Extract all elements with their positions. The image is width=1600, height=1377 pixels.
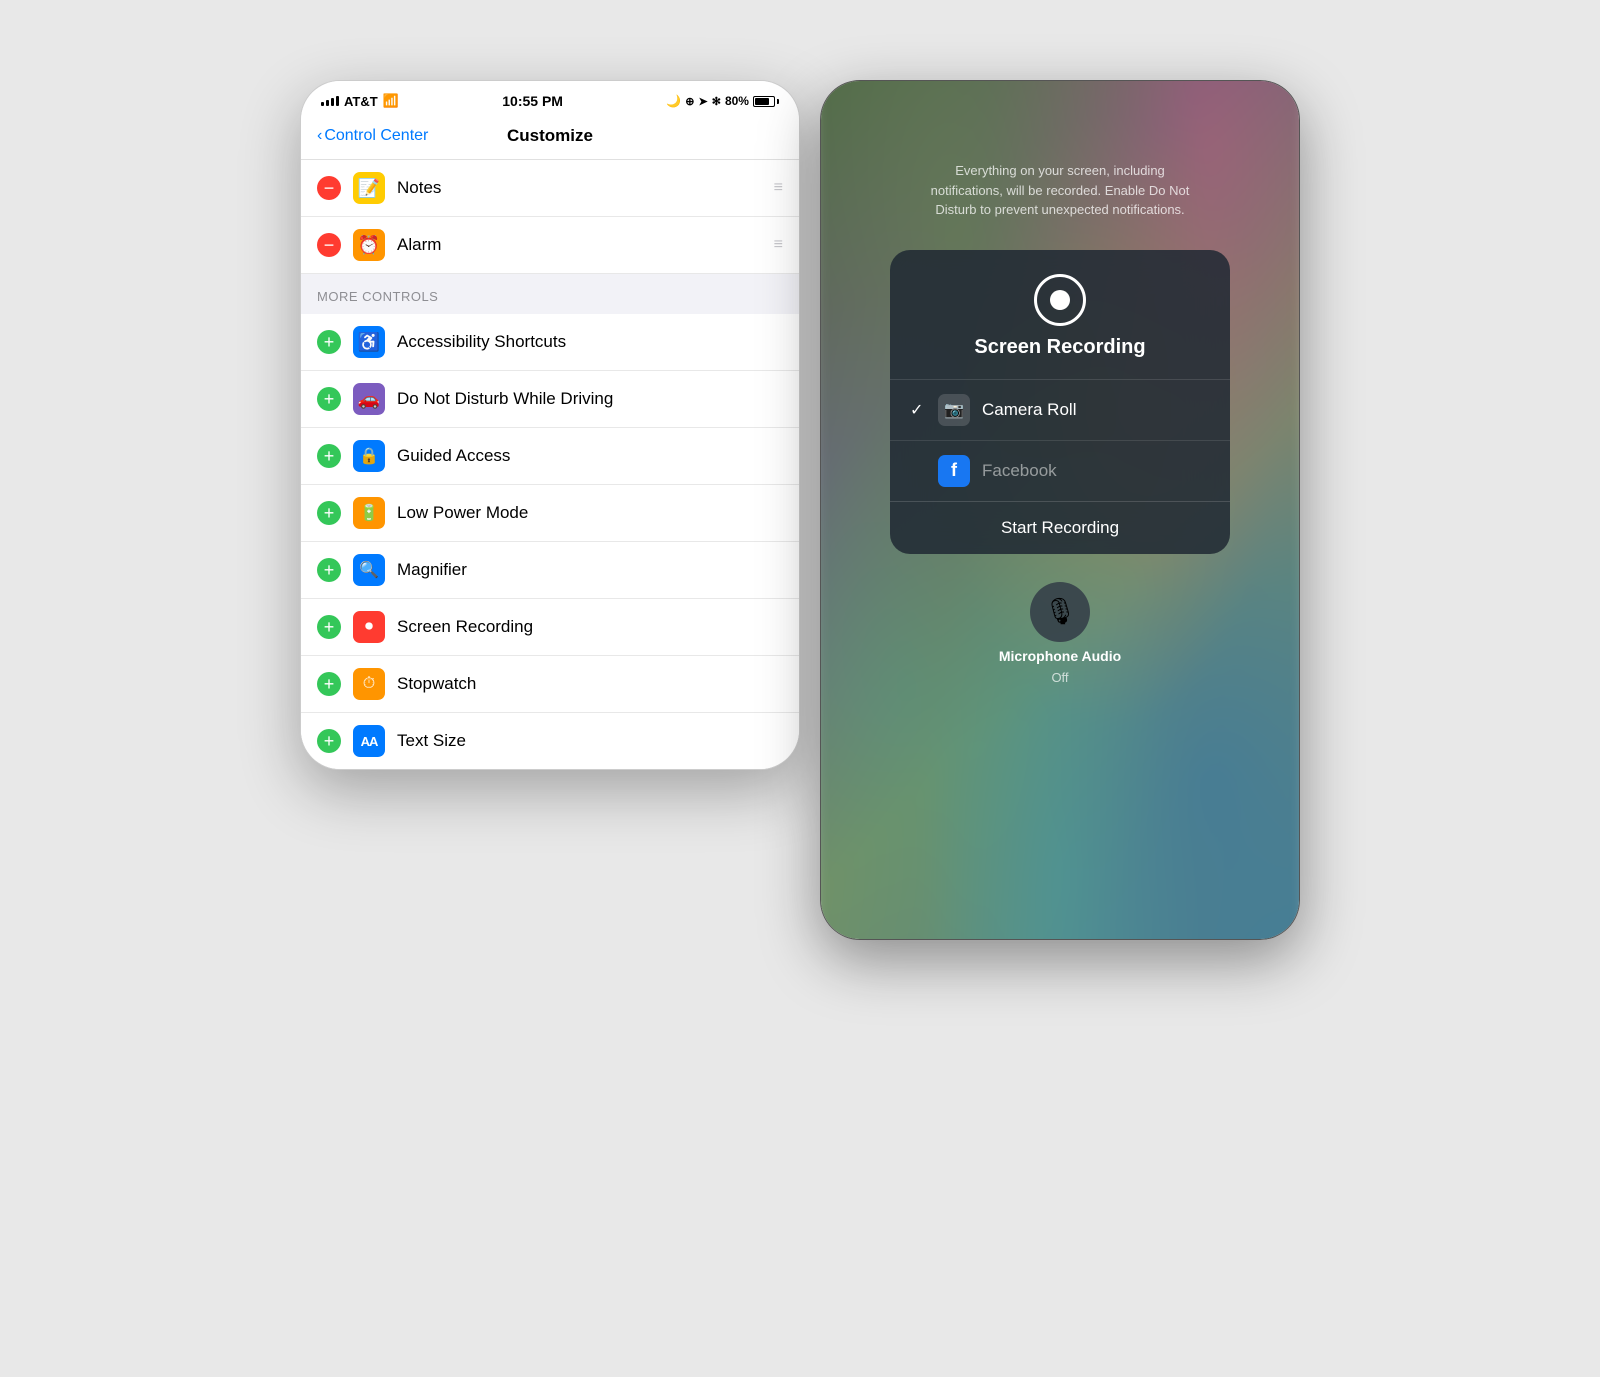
guided-access-icon: 🔒 — [353, 440, 385, 472]
iphone-left-panel: AT&T 📶 10:55 PM 🌙 ⊕ ➤ ✻ 80% — [300, 80, 800, 770]
microphone-section: 🎙 Microphone Audio Off — [999, 582, 1121, 685]
remove-alarm-button[interactable]: − — [317, 233, 341, 257]
low-power-icon: 🔋 — [353, 497, 385, 529]
add-stopwatch-button[interactable]: + — [317, 672, 341, 696]
back-button[interactable]: ‹ Control Center — [317, 127, 428, 145]
notes-label: Notes — [397, 178, 766, 198]
more-controls-label: MORE CONTROLS — [317, 289, 438, 304]
camera-roll-icon: 📷 — [938, 394, 970, 426]
signal-bar-4 — [336, 96, 339, 106]
dnd-driving-icon: 🚗 — [353, 383, 385, 415]
list-item: + ⏺ Screen Recording — [301, 599, 799, 656]
signal-bars — [321, 96, 339, 106]
modal-header: Screen Recording — [890, 250, 1230, 380]
alarm-label: Alarm — [397, 235, 766, 255]
arrow-icon: ➤ — [699, 95, 708, 108]
signal-bar-3 — [331, 98, 334, 106]
list-item: − ⏰ Alarm ≡ — [301, 217, 799, 274]
text-size-label: Text Size — [397, 731, 783, 751]
add-screen-recording-button[interactable]: + — [317, 615, 341, 639]
status-right: 🌙 ⊕ ➤ ✻ 80% — [666, 94, 779, 108]
page-title: Customize — [507, 126, 593, 146]
list-item: + 🔒 Guided Access — [301, 428, 799, 485]
stopwatch-icon: ⏱ — [353, 668, 385, 700]
location-icon: ⊕ — [685, 95, 694, 108]
status-bar: AT&T 📶 10:55 PM 🌙 ⊕ ➤ ✻ 80% — [301, 81, 799, 117]
facebook-label: Facebook — [982, 461, 1057, 481]
magnifier-label: Magnifier — [397, 560, 783, 580]
battery-pct: 80% — [725, 94, 749, 108]
add-low-power-button[interactable]: + — [317, 501, 341, 525]
dnd-driving-label: Do Not Disturb While Driving — [397, 389, 783, 409]
record-button-icon — [1034, 274, 1086, 326]
modal-title: Screen Recording — [974, 336, 1145, 359]
microphone-status: Off — [1051, 670, 1068, 685]
list-item: + 🔍 Magnifier — [301, 542, 799, 599]
notes-icon: 📝 — [353, 172, 385, 204]
nav-bar: ‹ Control Center Customize — [301, 117, 799, 160]
list-item: + 🚗 Do Not Disturb While Driving — [301, 371, 799, 428]
add-guided-access-button[interactable]: + — [317, 444, 341, 468]
list-item: + ⏱ Stopwatch — [301, 656, 799, 713]
screen-container: AT&T 📶 10:55 PM 🌙 ⊕ ➤ ✻ 80% — [0, 0, 1600, 1377]
info-text: Everything on your screen, including not… — [930, 161, 1190, 220]
battery-indicator — [753, 96, 779, 107]
back-chevron-icon: ‹ — [317, 127, 322, 145]
accessibility-label: Accessibility Shortcuts — [397, 332, 783, 352]
more-controls-list: + ♿ Accessibility Shortcuts + 🚗 Do Not D… — [301, 314, 799, 769]
camera-roll-label: Camera Roll — [982, 400, 1076, 420]
alarm-icon: ⏰ — [353, 229, 385, 261]
add-text-size-button[interactable]: + — [317, 729, 341, 753]
accessibility-icon: ♿ — [353, 326, 385, 358]
text-size-icon: AA — [353, 725, 385, 757]
drag-handle-notes[interactable]: ≡ — [774, 179, 783, 197]
guided-access-label: Guided Access — [397, 446, 783, 466]
list-item: + 🔋 Low Power Mode — [301, 485, 799, 542]
back-label[interactable]: Control Center — [324, 127, 428, 145]
included-items-list: − 📝 Notes ≡ − ⏰ Alarm ≡ — [301, 160, 799, 274]
record-inner-circle — [1050, 290, 1070, 310]
time-display: 10:55 PM — [502, 93, 563, 109]
microphone-button[interactable]: 🎙 — [1030, 582, 1090, 642]
facebook-option[interactable]: ✓ f Facebook — [890, 441, 1230, 501]
iphone-right-panel: Everything on your screen, including not… — [820, 80, 1300, 940]
bluetooth-icon: ✻ — [712, 95, 721, 108]
stopwatch-label: Stopwatch — [397, 674, 783, 694]
screen-recording-icon: ⏺ — [353, 611, 385, 643]
start-recording-button[interactable]: Start Recording — [890, 501, 1230, 554]
magnifier-icon: 🔍 — [353, 554, 385, 586]
add-accessibility-button[interactable]: + — [317, 330, 341, 354]
moon-icon: 🌙 — [666, 94, 681, 108]
control-center-content: Everything on your screen, including not… — [821, 81, 1299, 939]
more-controls-section-header: MORE CONTROLS — [301, 274, 799, 314]
facebook-icon: f — [938, 455, 970, 487]
list-item: + AA Text Size — [301, 713, 799, 769]
add-magnifier-button[interactable]: + — [317, 558, 341, 582]
facebook-check: ✓ — [910, 461, 934, 481]
camera-roll-option[interactable]: ✓ 📷 Camera Roll — [890, 380, 1230, 441]
list-item: − 📝 Notes ≡ — [301, 160, 799, 217]
signal-bar-1 — [321, 102, 324, 106]
screen-recording-label: Screen Recording — [397, 617, 783, 637]
carrier-label: AT&T — [344, 94, 378, 109]
add-dnd-driving-button[interactable]: + — [317, 387, 341, 411]
list-item: + ♿ Accessibility Shortcuts — [301, 314, 799, 371]
status-left: AT&T 📶 — [321, 93, 399, 109]
microphone-label: Microphone Audio — [999, 648, 1121, 664]
drag-handle-alarm[interactable]: ≡ — [774, 236, 783, 254]
low-power-label: Low Power Mode — [397, 503, 783, 523]
remove-notes-button[interactable]: − — [317, 176, 341, 200]
screen-recording-modal: Screen Recording ✓ 📷 Camera Roll ✓ f Fac… — [890, 250, 1230, 554]
wifi-icon: 📶 — [383, 93, 399, 109]
camera-roll-check: ✓ — [910, 400, 934, 420]
signal-bar-2 — [326, 100, 329, 106]
